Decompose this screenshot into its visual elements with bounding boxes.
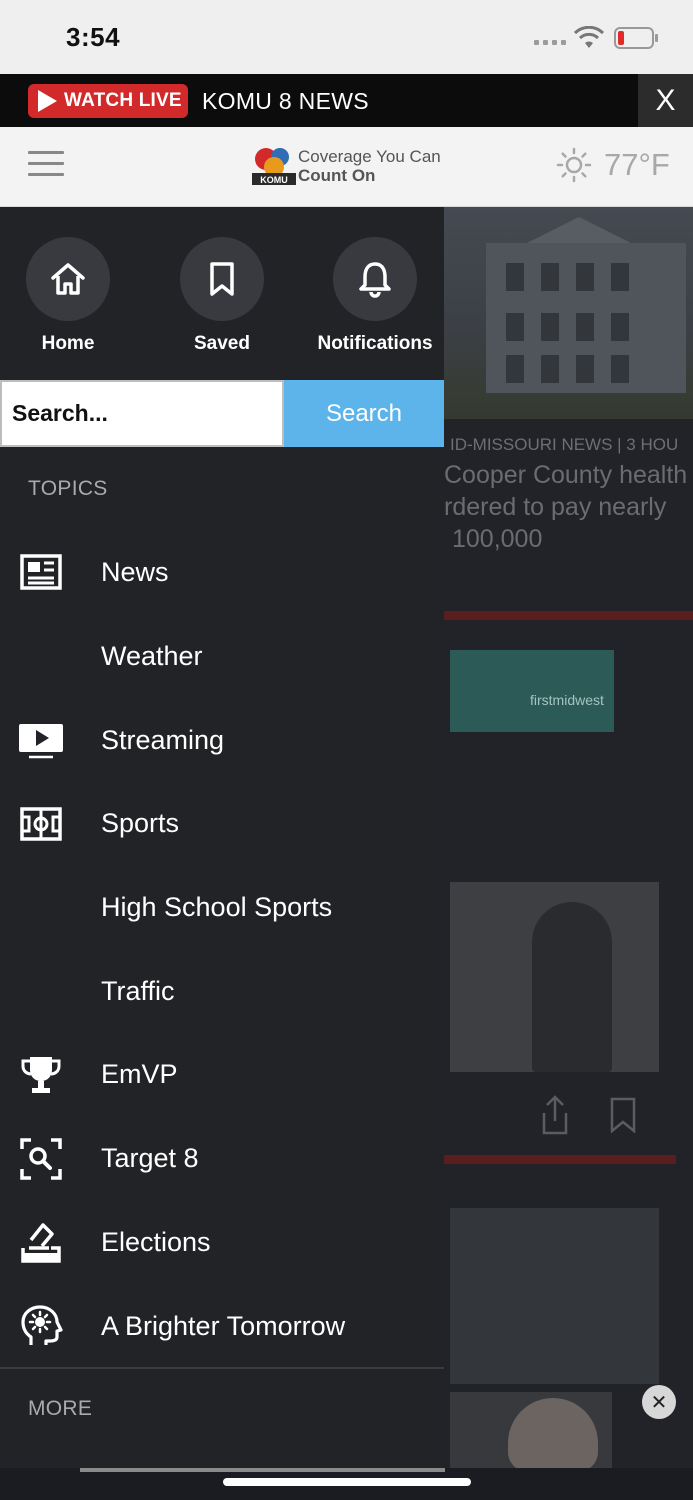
background-feed: ID-MISSOURI NEWS | 3 HOU Cooper County h… — [444, 207, 693, 1500]
temperature: 77°F — [604, 147, 670, 182]
topic-a-brighter-tomorrow[interactable]: A Brighter Tomorrow — [0, 1284, 444, 1368]
story-photo-2 — [450, 882, 659, 1072]
ad-text: firstmidwest — [530, 692, 604, 708]
topic-sports[interactable]: Sports — [0, 782, 444, 866]
topics-heading: TOPICS — [28, 477, 108, 500]
bookmark-icon — [210, 262, 234, 296]
horizontal-scrollbar[interactable] — [80, 1468, 445, 1472]
topic-target-8[interactable]: Target 8 — [0, 1117, 444, 1201]
wifi-icon — [574, 26, 604, 48]
navigation-drawer: Home Saved Notifications Search TOPICS — [0, 207, 444, 1468]
topic-traffic[interactable]: Traffic — [0, 949, 444, 1033]
ballot-box-icon — [21, 1223, 61, 1264]
sun-icon — [556, 147, 592, 183]
menu-icon[interactable] — [28, 151, 64, 179]
status-time: 3:54 — [66, 22, 121, 52]
drawer-divider — [0, 1367, 444, 1369]
more-heading[interactable]: MORE — [28, 1397, 92, 1421]
komu-logo[interactable]: KOMU — [252, 145, 296, 185]
quick-links: Home Saved Notifications — [0, 237, 444, 367]
watch-live-label: WATCH LIVE — [64, 90, 182, 111]
watch-live-button[interactable]: WATCH LIVE — [28, 84, 188, 118]
live-banner-title: KOMU 8 NEWS — [202, 88, 369, 114]
quick-link-notifications[interactable]: Notifications — [300, 237, 450, 355]
topics-list: News Weather Streaming Sports High Schoo… — [0, 531, 444, 1368]
topic-elections[interactable]: Elections — [0, 1201, 444, 1285]
head-idea-icon — [21, 1305, 63, 1346]
topic-high-school-sports[interactable]: High School Sports — [0, 866, 444, 950]
ad-banner-2 — [450, 1392, 612, 1472]
newspaper-icon — [20, 554, 62, 590]
ad-close-icon[interactable]: ✕ — [642, 1385, 676, 1419]
topic-weather[interactable]: Weather — [0, 615, 444, 699]
live-banner[interactable]: WATCH LIVE KOMU 8 NEWS X — [0, 74, 693, 127]
topic-streaming[interactable]: Streaming — [0, 698, 444, 782]
search-input[interactable] — [0, 380, 284, 447]
home-indicator[interactable] — [223, 1478, 471, 1486]
story-headline: Cooper County health rdered to pay nearl… — [444, 461, 688, 553]
field-icon — [20, 807, 62, 841]
cellular-signal-icon — [534, 40, 566, 45]
status-bar: 3:54 — [0, 0, 693, 74]
battery-icon — [614, 27, 658, 49]
quick-link-saved[interactable]: Saved — [147, 237, 297, 355]
play-tv-icon — [19, 724, 63, 759]
story-photo-3 — [450, 1208, 659, 1384]
logo-tagline-line1: Coverage You Can — [298, 147, 441, 166]
bookmark-icon — [610, 1097, 636, 1133]
topic-emvp[interactable]: EmVP — [0, 1033, 444, 1117]
share-icon — [542, 1095, 568, 1135]
search-bar: Search — [0, 380, 444, 447]
logo-tagline-line2: Count On — [298, 166, 376, 185]
trophy-icon — [21, 1056, 61, 1093]
bell-icon — [359, 262, 391, 298]
app-header: KOMU Coverage You Can Count On 77°F — [0, 127, 693, 207]
weather-widget[interactable]: 77°F — [556, 147, 670, 183]
logo-tagline: Coverage You Can Count On — [298, 147, 441, 185]
search-button[interactable]: Search — [284, 380, 444, 447]
logo-mark-text: KOMU — [260, 175, 288, 185]
story-photo — [444, 207, 693, 419]
live-banner-close-button[interactable]: X — [638, 74, 693, 127]
ad-banner: firstmidwest — [450, 650, 614, 732]
topic-news[interactable]: News — [0, 531, 444, 615]
quick-link-home[interactable]: Home — [0, 237, 143, 355]
play-icon — [38, 90, 57, 112]
story-meta: ID-MISSOURI NEWS | 3 HOU — [450, 435, 679, 454]
magnify-scan-icon — [20, 1137, 62, 1180]
home-icon — [51, 263, 85, 295]
